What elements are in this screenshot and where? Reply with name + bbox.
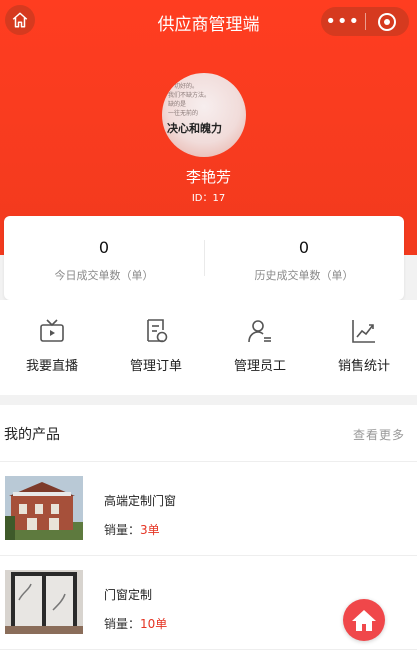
target-icon [378,12,397,31]
avatar-line: 缺的是 [168,101,187,108]
order-stats-card: 0 今日成交单数（单） 0 历史成交单数（单） [4,216,404,300]
close-program-button[interactable] [366,7,410,36]
order-icon [147,319,168,343]
sales-value: 3单 [140,523,160,537]
menu-label: 管理订单 [129,359,182,374]
tv-icon [40,319,64,342]
product-sales: 销量：10单 [104,615,167,632]
menu-label: 我要直播 [25,359,78,374]
view-more-link[interactable]: 查看更多 [353,426,405,443]
product-item[interactable]: 高端定制门窗 销量：3单 [0,462,417,556]
sales-value: 10单 [140,617,168,631]
menu-label: 管理员工 [233,359,286,374]
sales-label: 销量： [104,523,141,537]
product-sales: 销量：3单 [104,521,160,538]
products-title: 我的产品 [4,427,60,443]
sales-label: 销量： [104,617,141,631]
history-orders-value: 0 [298,238,310,257]
floating-home-button[interactable] [343,599,385,641]
menu-item-orders[interactable]: 管理订单 [104,300,208,395]
staff-icon [248,320,271,343]
avatar-line: 一往无前的 [168,110,199,117]
avatar-slogan: 决心和魄力 [167,122,222,135]
menu-item-staff[interactable]: 管理员工 [208,300,312,395]
home-icon [352,610,376,631]
avatar-line: 一切好的。 [168,83,199,90]
products-header: 我的产品 查看更多 [0,405,417,462]
chart-icon [352,320,375,343]
menu-item-live[interactable]: 我要直播 [0,300,104,395]
user-id: ID：17 [191,193,226,204]
product-name: 门窗定制 [104,588,153,602]
avatar[interactable]: 一切好的。 我们不缺方法。 缺的是 一往无前的 决心和魄力 [162,73,246,157]
today-orders-label: 今日成交单数（单） [54,269,154,282]
product-name: 高端定制门窗 [104,494,177,508]
more-dots-icon: ••• [325,10,361,32]
menu-item-sales-stats[interactable]: 销售统计 [312,300,416,395]
today-orders-value: 0 [98,238,110,257]
history-orders-label: 历史成交单数（单） [254,269,354,282]
product-image [5,570,83,634]
today-orders-stat[interactable]: 0 今日成交单数（单） [4,216,204,300]
function-menu: 我要直播 管理订单 管理员工 销售统计 [0,300,417,395]
menu-label: 销售统计 [337,359,390,374]
product-image [5,476,83,540]
more-menu-button[interactable]: ••• [321,7,365,36]
avatar-line: 我们不缺方法。 [168,92,211,99]
user-name: 李艳芳 [185,168,231,186]
mini-program-capsule: ••• [321,7,409,36]
history-orders-stat[interactable]: 0 历史成交单数（单） [204,216,404,300]
